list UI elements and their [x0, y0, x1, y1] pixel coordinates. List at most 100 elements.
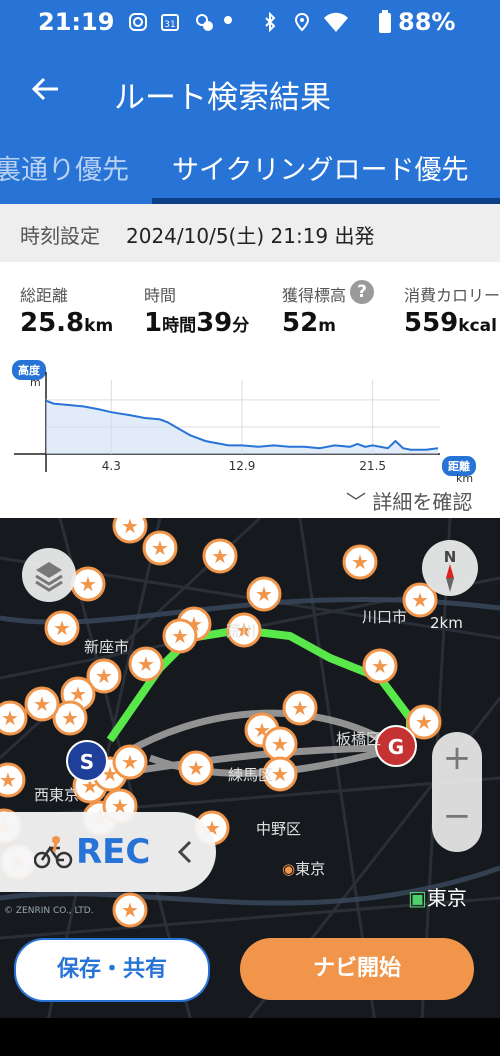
calories-unit: kcal	[458, 316, 497, 336]
target-icon: ◉	[282, 860, 296, 878]
page-title: ルート検索結果	[114, 80, 331, 116]
poi-star-icon[interactable]: ★	[342, 544, 378, 580]
svg-text:★: ★	[271, 762, 289, 786]
compass-button[interactable]: N	[422, 540, 478, 596]
elevation-chart-panel: 高度 m 距離 km 4.3 12.9 21.5 ﹀ 詳細を確認	[0, 352, 500, 518]
poi-star-icon[interactable]: ★	[406, 704, 442, 740]
chevron-down-icon: ﹀	[346, 490, 373, 514]
route-tabs: 裏通り優先 サイクリングロード優先	[0, 142, 500, 204]
time-setting-row[interactable]: 時刻設定 2024/10/5(土) 21:19 出発	[0, 204, 500, 263]
route-map[interactable]: ★★★★★★★★★★★★★★★★★★★★★★★★★★★★★★★★★★ S G 新…	[0, 518, 500, 1056]
zoom-out-button[interactable]: −	[432, 796, 482, 836]
elevation-value: 52m	[282, 308, 336, 338]
navi-start-button[interactable]: ナビ開始	[240, 938, 474, 1000]
svg-text:★: ★	[271, 732, 289, 756]
goal-marker[interactable]: G	[375, 725, 417, 767]
chart-x-tick-label: 21.5	[359, 459, 386, 473]
map-label-tokyo-station: ▣東京	[408, 882, 467, 911]
elevation-unit: m	[318, 316, 336, 336]
svg-text:★: ★	[1, 706, 19, 730]
calories-number: 559	[404, 308, 459, 338]
svg-text:★: ★	[61, 706, 79, 730]
distance-label: 総距離	[20, 286, 69, 305]
distance-value: 25.8km	[20, 308, 113, 338]
poi-star-icon[interactable]: ★	[142, 530, 178, 566]
poi-star-icon[interactable]: ★	[262, 726, 298, 762]
calories-value: 559kcal	[404, 308, 497, 338]
time-setting-label: 時刻設定	[20, 224, 100, 248]
svg-text:★: ★	[187, 756, 205, 780]
battery-percent: 88%	[398, 8, 456, 36]
svg-text:★: ★	[33, 692, 51, 716]
svg-text:★: ★	[121, 518, 139, 538]
rec-panel[interactable]: REC	[0, 812, 216, 892]
tab-backstreet[interactable]: 裏通り優先	[0, 148, 129, 187]
poi-star-icon[interactable]: ★	[246, 576, 282, 612]
chart-x-tick-label: 12.9	[229, 459, 256, 473]
status-bar: 21:19 31 88%	[0, 0, 500, 46]
poi-star-icon[interactable]: ★	[112, 892, 148, 928]
battery-icon	[379, 10, 391, 33]
svg-text:★: ★	[171, 624, 189, 648]
map-label-nishitokyo: 西東京	[34, 786, 80, 804]
poi-star-icon[interactable]: ★	[0, 762, 26, 798]
zoom-in-button[interactable]: +	[432, 738, 482, 778]
svg-text:★: ★	[351, 550, 369, 574]
rec-label: REC	[76, 832, 151, 872]
poi-star-icon[interactable]: ★	[112, 518, 148, 544]
elevation-number: 52	[282, 308, 319, 338]
svg-text:★: ★	[371, 654, 389, 678]
map-label-itabashi: 板橋区	[336, 730, 382, 748]
back-arrow-icon[interactable]	[30, 74, 60, 104]
poi-star-icon[interactable]: ★	[0, 700, 28, 736]
app-bar: ルート検索結果	[0, 46, 500, 142]
map-copyright: © ZENRIN CO., LTD.	[4, 906, 94, 916]
svg-text:★: ★	[151, 536, 169, 560]
weather-icon	[196, 14, 213, 31]
poi-star-icon[interactable]: ★	[282, 690, 318, 726]
navigation-bar	[0, 1018, 500, 1056]
time-setting-value[interactable]: 2024/10/5(土) 21:19 出発	[126, 220, 375, 249]
svg-text:★: ★	[291, 696, 309, 720]
svg-text:★: ★	[121, 750, 139, 774]
poi-star-icon[interactable]: ★	[178, 750, 214, 786]
instagram-icon	[129, 13, 147, 31]
svg-text:★: ★	[211, 544, 229, 568]
detail-link-label: 詳細を確認	[372, 490, 473, 514]
poi-star-icon[interactable]: ★	[162, 618, 198, 654]
compass-label: N	[444, 548, 457, 566]
save-share-button[interactable]: 保存・共有	[14, 938, 210, 1002]
compass-icon: N	[444, 548, 457, 592]
map-label-nerima: 練馬区	[228, 766, 274, 784]
zoom-control: + −	[432, 732, 482, 852]
poi-star-icon[interactable]: ★	[112, 744, 148, 780]
goal-marker-label: G	[388, 735, 404, 759]
poi-star-icon[interactable]: ★	[44, 610, 80, 646]
svg-text:★: ★	[0, 768, 17, 792]
chevron-left-icon[interactable]	[176, 840, 196, 864]
poi-star-icon[interactable]: ★	[70, 566, 106, 602]
start-marker[interactable]: S	[66, 740, 108, 782]
elevation-label: 獲得標高	[282, 286, 347, 305]
poi-star-icon[interactable]: ★	[24, 686, 60, 722]
poi-star-icon[interactable]: ★	[128, 646, 164, 682]
poi-star-icon[interactable]: ★	[362, 648, 398, 684]
svg-text:★: ★	[137, 652, 155, 676]
notification-dot	[224, 16, 232, 24]
layers-button[interactable]	[22, 548, 76, 602]
duration-minutes-unit: 分	[232, 316, 250, 336]
chart-x-tick-label: 4.3	[102, 459, 121, 473]
tab-cycling-road[interactable]: サイクリングロード優先	[172, 148, 468, 187]
svg-text:★: ★	[255, 582, 273, 606]
detail-link[interactable]: ﹀ 詳細を確認	[346, 486, 472, 515]
help-icon[interactable]: ?	[350, 280, 374, 304]
map-label-kawaguchi: 川口市	[362, 608, 408, 626]
location-icon	[294, 12, 310, 32]
status-time: 21:19	[38, 8, 115, 36]
bluetooth-icon	[265, 12, 276, 32]
elevation-chart[interactable]: 4.3 12.9 21.5	[0, 352, 500, 486]
distance-unit: km	[84, 316, 114, 336]
poi-star-icon[interactable]: ★	[202, 538, 238, 574]
svg-text:★: ★	[415, 710, 433, 734]
map-scale: 2km	[430, 614, 463, 632]
